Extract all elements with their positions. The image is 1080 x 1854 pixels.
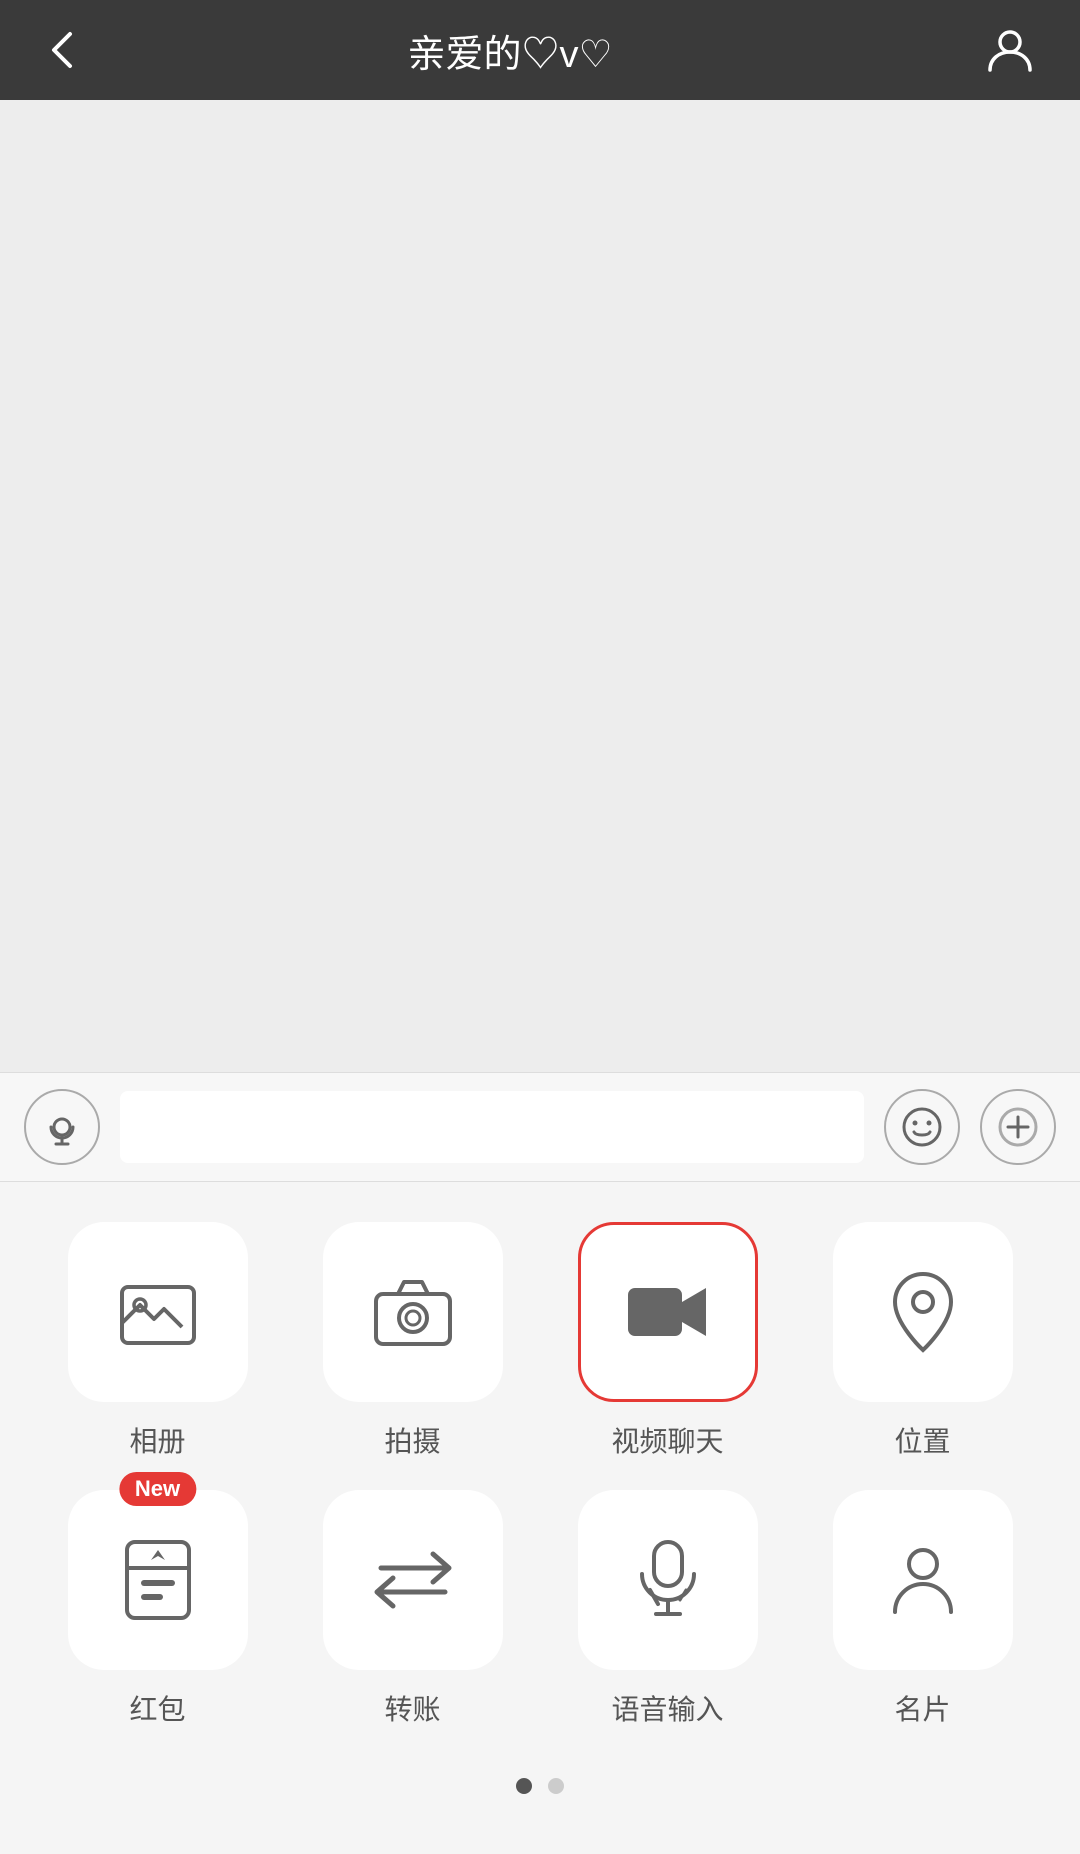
pagination <box>40 1758 1040 1834</box>
panel-item-video-chat[interactable]: 视频聊天 <box>550 1222 785 1460</box>
chat-area <box>0 100 1080 1072</box>
add-button[interactable] <box>980 1089 1056 1165</box>
transfer-label: 转账 <box>384 1688 440 1728</box>
voice-input-label: 语音输入 <box>611 1688 723 1728</box>
transfer-icon-wrap <box>323 1490 503 1670</box>
camera-icon-wrap <box>323 1222 503 1402</box>
red-packet-icon-wrap: New <box>68 1490 248 1670</box>
location-label: 位置 <box>894 1420 950 1460</box>
new-badge: New <box>119 1472 196 1506</box>
pagination-dot-2[interactable] <box>548 1778 564 1794</box>
header: 亲爱的♡v♡ <box>0 0 1080 100</box>
album-label: 相册 <box>129 1420 185 1460</box>
input-bar <box>0 1072 1080 1182</box>
business-card-label: 名片 <box>894 1688 950 1728</box>
album-icon-wrap <box>68 1222 248 1402</box>
panel-item-transfer[interactable]: 转账 <box>295 1490 530 1728</box>
panel-grid-row1: 相册 拍摄 视频聊天 <box>40 1222 1040 1728</box>
video-chat-icon-wrap <box>578 1222 758 1402</box>
business-card-icon-wrap <box>833 1490 1013 1670</box>
red-packet-label: 红包 <box>129 1688 185 1728</box>
location-icon-wrap <box>833 1222 1013 1402</box>
panel-item-location[interactable]: 位置 <box>805 1222 1040 1460</box>
video-chat-label: 视频聊天 <box>611 1420 723 1460</box>
audio-button[interactable] <box>24 1089 100 1165</box>
panel-item-camera[interactable]: 拍摄 <box>295 1222 530 1460</box>
chat-title: 亲爱的♡v♡ <box>40 23 980 78</box>
panel-item-business-card[interactable]: 名片 <box>805 1490 1040 1728</box>
panel-item-album[interactable]: 相册 <box>40 1222 275 1460</box>
voice-input-icon-wrap <box>578 1490 758 1670</box>
panel-item-red-packet[interactable]: New 红包 <box>40 1490 275 1728</box>
camera-label: 拍摄 <box>384 1420 440 1460</box>
profile-button[interactable] <box>980 20 1040 80</box>
pagination-dot-1[interactable] <box>516 1778 532 1794</box>
panel-area: 相册 拍摄 视频聊天 <box>0 1182 1080 1854</box>
panel-item-voice-input[interactable]: 语音输入 <box>550 1490 785 1728</box>
message-input[interactable] <box>120 1091 864 1163</box>
emoji-button[interactable] <box>884 1089 960 1165</box>
